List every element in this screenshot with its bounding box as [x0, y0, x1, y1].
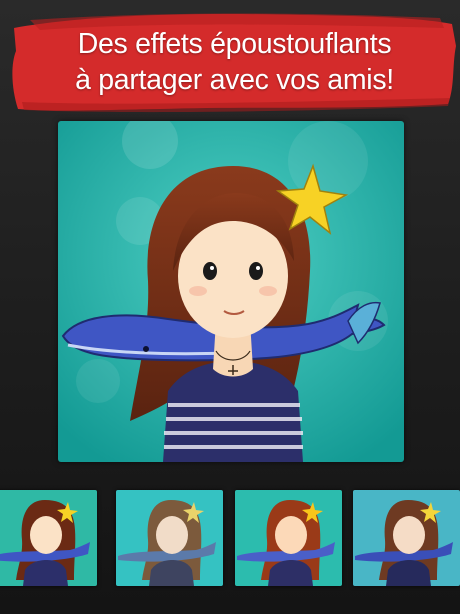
main-artwork	[58, 121, 404, 462]
thumbnail-image-icon	[0, 490, 97, 586]
thumbnail-original[interactable]	[0, 490, 97, 586]
thumbnail-cool[interactable]	[353, 490, 460, 586]
filter-thumbnails	[0, 486, 460, 586]
thumbnail-warm[interactable]	[235, 490, 342, 586]
thumbnail-muted[interactable]	[116, 490, 223, 586]
girl-with-whale-illustration	[58, 121, 404, 462]
thumbnail-image-icon	[353, 490, 460, 586]
thumbnail-image-icon	[116, 490, 223, 586]
headline-banner: Des effets époustouflants à partager ave…	[0, 6, 460, 116]
thumbnail-image-icon	[235, 490, 342, 586]
headline-line-2: à partager avec vos amis!	[75, 64, 394, 96]
headline-line-1: Des effets époustouflants	[77, 28, 392, 60]
headline-text: Des effets époustouflants à partager ave…	[22, 26, 447, 98]
